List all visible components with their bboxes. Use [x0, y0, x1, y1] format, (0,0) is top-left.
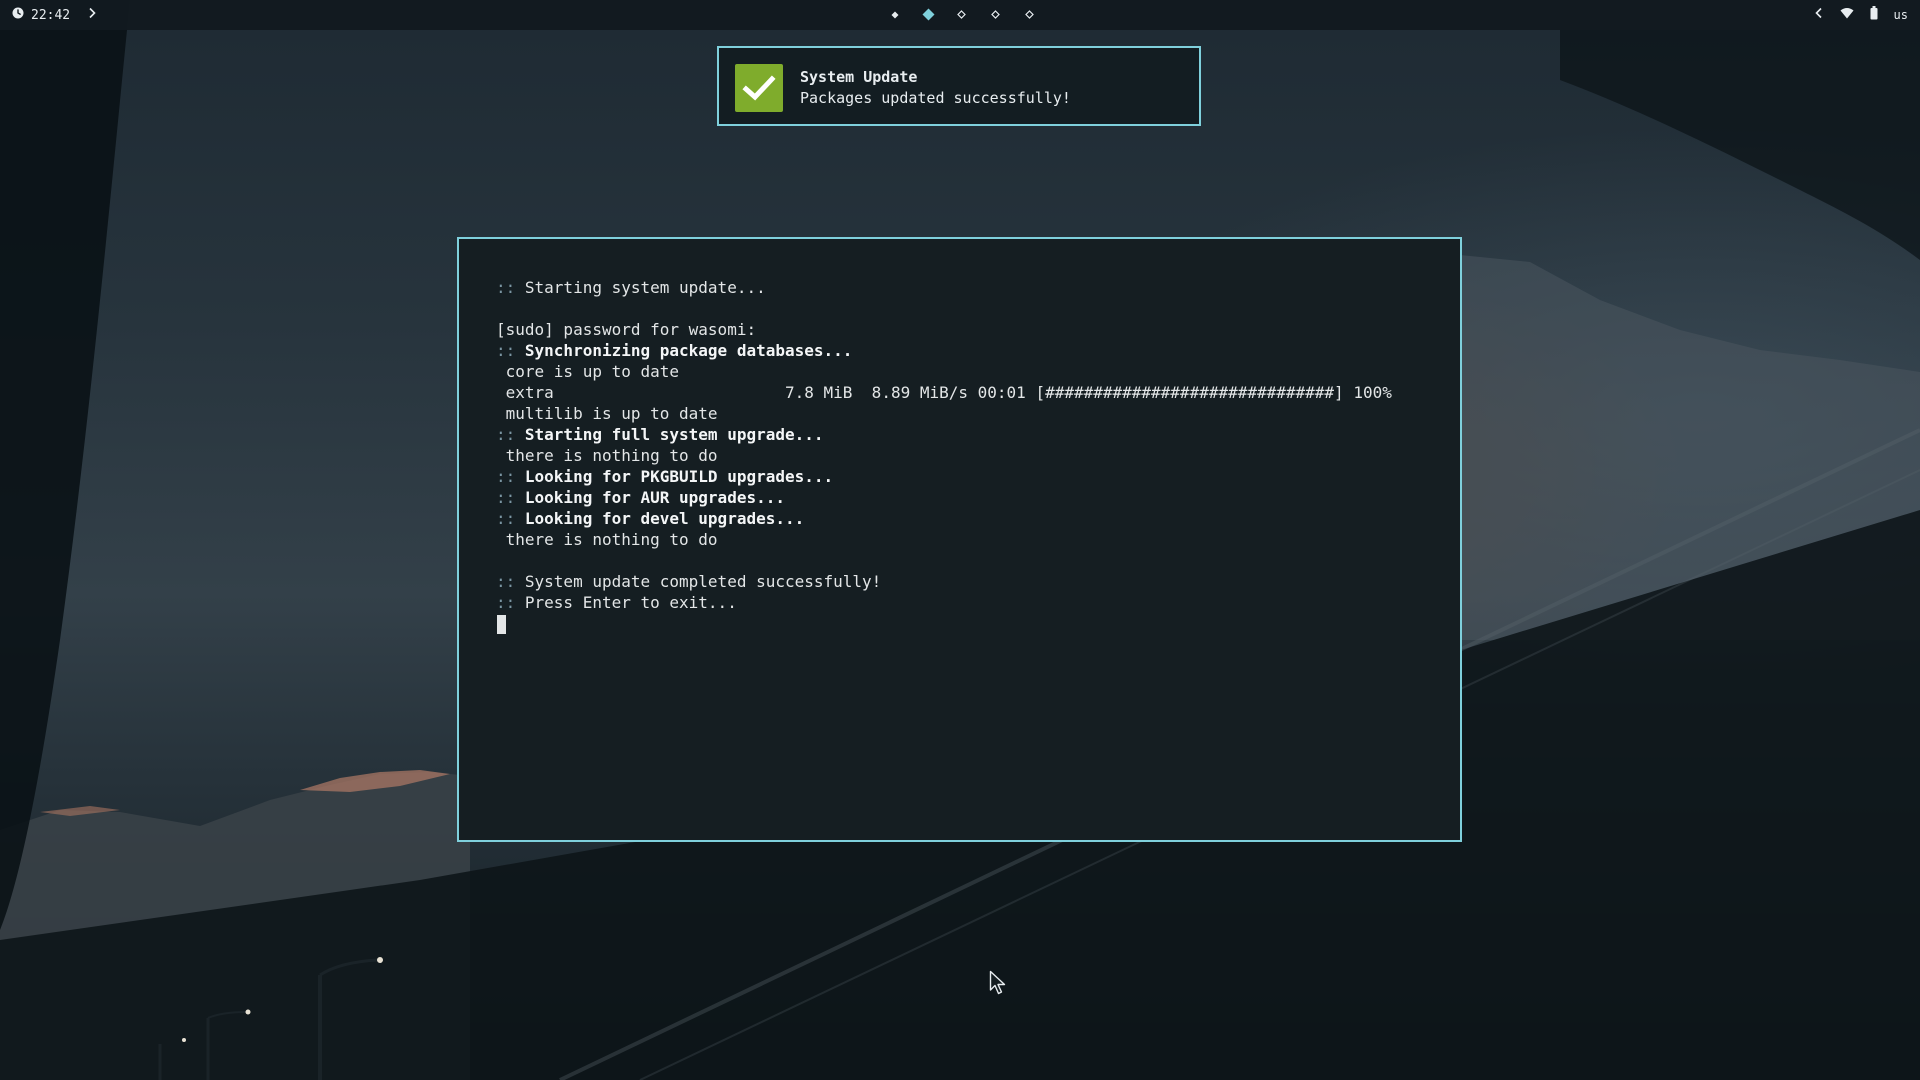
notification-title: System Update: [800, 68, 918, 86]
terminal-line: [sudo] password for wasomi:: [496, 320, 757, 339]
terminal-line: :: Looking for devel upgrades...: [496, 509, 805, 528]
clock-icon: [12, 7, 24, 23]
terminal-output: :: Starting system update... [sudo] pass…: [496, 277, 1392, 634]
terminal-line: core is up to date: [496, 362, 680, 381]
terminal-line: :: Looking for PKGBUILD upgrades...: [496, 467, 834, 486]
workspace-2[interactable]: [922, 8, 935, 21]
top-bar-left: 22:42: [12, 0, 97, 30]
clock-time[interactable]: 22:42: [31, 8, 70, 23]
terminal-cursor-line: [496, 613, 1392, 634]
top-bar-right: us: [1814, 0, 1908, 30]
chevron-right-icon[interactable]: [87, 7, 97, 23]
wifi-icon[interactable]: [1840, 7, 1854, 23]
chevron-left-icon[interactable]: [1814, 7, 1824, 23]
terminal-line: there is nothing to do: [496, 530, 718, 549]
terminal-line: extra 7.8 MiB 8.89 MiB/s 00:01 [########…: [496, 383, 1392, 402]
workspace-3[interactable]: [956, 9, 967, 20]
keyboard-layout[interactable]: us: [1894, 8, 1908, 22]
battery-icon[interactable]: [1870, 6, 1878, 24]
terminal-line: there is nothing to do: [496, 446, 718, 465]
notification-popup[interactable]: System Update Packages updated successfu…: [717, 46, 1201, 126]
terminal-line: :: Press Enter to exit...: [496, 593, 737, 612]
mouse-pointer-icon: [989, 970, 1006, 995]
notification-body: Packages updated successfully!: [800, 89, 1071, 107]
terminal-window[interactable]: :: Starting system update... [sudo] pass…: [457, 237, 1462, 842]
terminal-line: :: System update completed successfully!: [496, 572, 882, 591]
terminal-line: :: Starting full system upgrade...: [496, 425, 824, 444]
terminal-line: :: Synchronizing package databases...: [496, 341, 853, 360]
workspace-1[interactable]: [889, 9, 900, 20]
workspace-indicator: [880, 0, 1040, 30]
terminal-cursor[interactable]: [497, 615, 506, 634]
workspace-5[interactable]: [1024, 9, 1035, 20]
terminal-line: multilib is up to date: [496, 404, 718, 423]
top-bar: 22:42 us: [0, 0, 1920, 30]
workspace-4[interactable]: [990, 9, 1001, 20]
terminal-line: :: Looking for AUR upgrades...: [496, 488, 785, 507]
checkmark-icon: [735, 64, 783, 112]
desktop: 22:42 us System Update Packages updated …: [0, 0, 1920, 1080]
terminal-line: :: Starting system update...: [496, 278, 766, 297]
